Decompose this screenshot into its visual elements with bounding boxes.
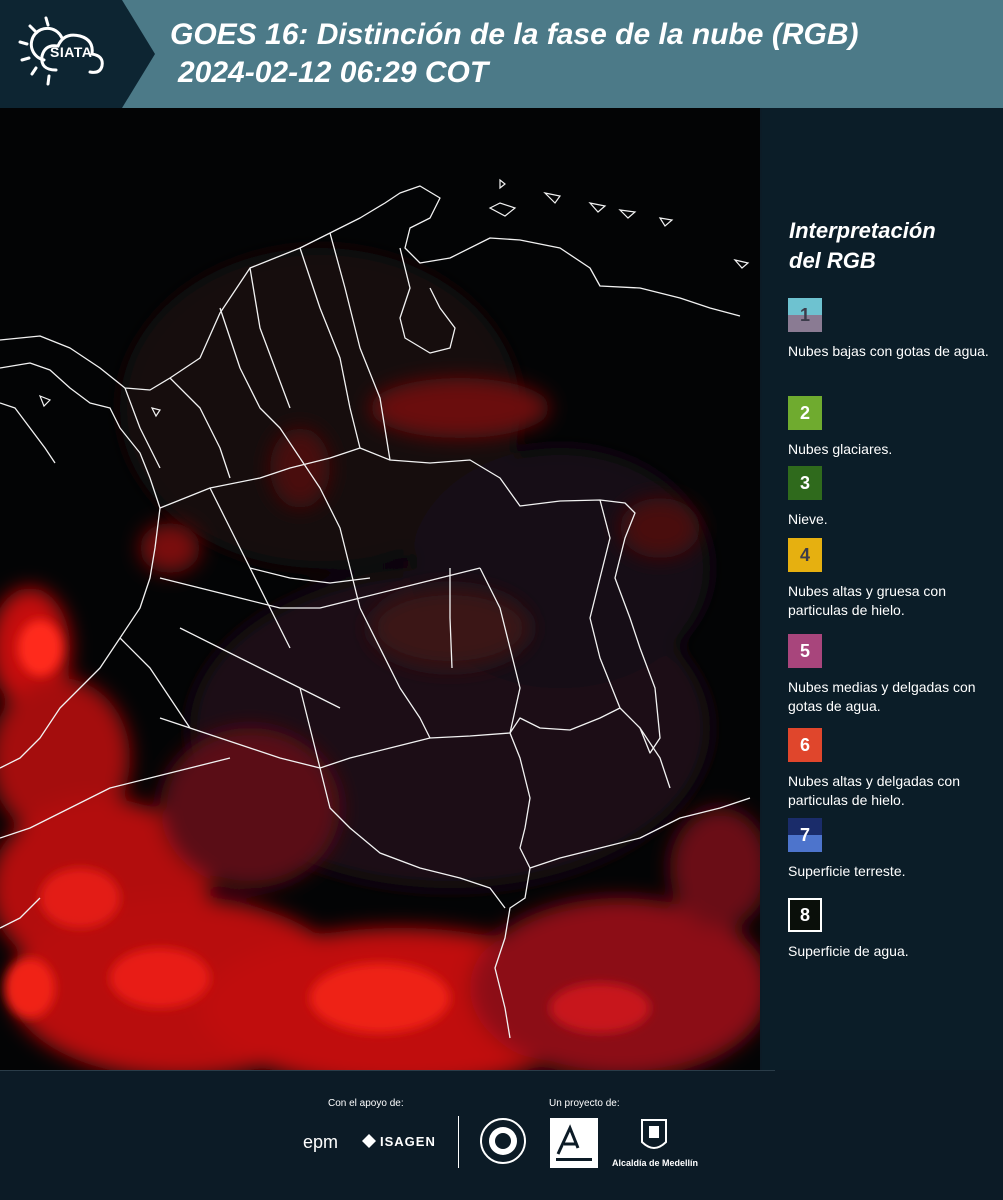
legend-swatch: 1 bbox=[788, 298, 822, 332]
legend-number: 1 bbox=[799, 304, 810, 325]
legend-swatch: 3 bbox=[788, 466, 822, 500]
legend-number: 8 bbox=[799, 904, 810, 925]
legend-item: 6 Nubes altas y delgadas con particulas d… bbox=[788, 728, 998, 810]
legend-swatch: 8 bbox=[788, 898, 822, 932]
footer-separator bbox=[458, 1116, 459, 1168]
legend-label: Nubes bajas con gotas de agua. bbox=[788, 343, 989, 359]
legend-label: Superficie de agua. bbox=[788, 943, 909, 959]
legend-label: Nubes glaciares. bbox=[788, 441, 893, 457]
legend-item: 4 Nubes altas y gruesa con particulas de … bbox=[788, 538, 998, 620]
page-title: GOES 16: Distinción de la fase de la nub… bbox=[170, 16, 858, 92]
footer: Con el apoyo de: Un proyecto de: epm ISA… bbox=[0, 1070, 1003, 1200]
epm-logo: epm bbox=[303, 1132, 339, 1152]
header-bar: SIATA GOES 16: Distinción de la fase de … bbox=[0, 0, 1003, 108]
legend-number: 7 bbox=[799, 824, 810, 845]
legend-title-line-1: Interpretación bbox=[789, 218, 936, 243]
siata-logo: SIATA bbox=[0, 0, 155, 108]
project-label: Un proyecto de: bbox=[549, 1098, 620, 1109]
legend-swatch: 5 bbox=[788, 634, 822, 668]
legend-item: 5 Nubes medias y delgadas con gotas de ag… bbox=[788, 634, 998, 716]
legend-label: Nubes altas y gruesa con particulas de h… bbox=[788, 583, 946, 618]
legend-item: 2 Nubes glaciares. bbox=[788, 396, 998, 459]
support-label: Con el apoyo de: bbox=[328, 1098, 404, 1109]
legend-label: Nubes altas y delgadas con particulas de… bbox=[788, 773, 960, 808]
legend-item: 3 Nieve. bbox=[788, 466, 998, 529]
satellite-image bbox=[0, 108, 760, 1070]
legend-swatch: 4 bbox=[788, 538, 822, 572]
legend-panel: Interpretación del RGB 1 Nubes bajas con … bbox=[762, 108, 1003, 1070]
medellin-shield-icon bbox=[640, 1118, 668, 1154]
legend-swatch: 2 bbox=[788, 396, 822, 430]
alcaldia-label: Alcaldía de Medellín bbox=[612, 1158, 699, 1168]
satellite-map bbox=[0, 108, 760, 1070]
legend-title: Interpretación del RGB bbox=[789, 216, 989, 276]
legend-item: 1 Nubes bajas con gotas de agua. bbox=[788, 298, 998, 361]
legend-swatch: 7 bbox=[788, 818, 822, 852]
title-line-2: 2024-02-12 06:29 COT bbox=[178, 56, 489, 89]
isagen-icon bbox=[362, 1134, 376, 1148]
legend-number: 3 bbox=[799, 472, 810, 493]
legend-item: 7 Superficie terreste. bbox=[788, 818, 998, 881]
logo-text: SIATA bbox=[50, 44, 93, 60]
legend-label: Superficie terreste. bbox=[788, 863, 906, 879]
legend-item: 8 Superficie de agua. bbox=[788, 898, 998, 961]
area-metropolitana-logo bbox=[550, 1118, 598, 1168]
legend-number: 2 bbox=[799, 402, 810, 423]
medellin-seal-icon bbox=[480, 1118, 526, 1164]
legend-title-line-2: del RGB bbox=[789, 248, 876, 273]
legend-label: Nubes medias y delgadas con gotas de agu… bbox=[788, 679, 976, 714]
legend-number: 4 bbox=[799, 544, 810, 565]
isagen-logo: ISAGEN bbox=[380, 1134, 436, 1149]
title-line-1: GOES 16: Distinción de la fase de la nub… bbox=[170, 18, 859, 51]
legend-label: Nieve. bbox=[788, 511, 828, 527]
footer-divider bbox=[0, 1070, 775, 1071]
legend-number: 5 bbox=[799, 640, 810, 661]
legend-number: 6 bbox=[799, 734, 810, 755]
legend-swatch: 6 bbox=[788, 728, 822, 762]
